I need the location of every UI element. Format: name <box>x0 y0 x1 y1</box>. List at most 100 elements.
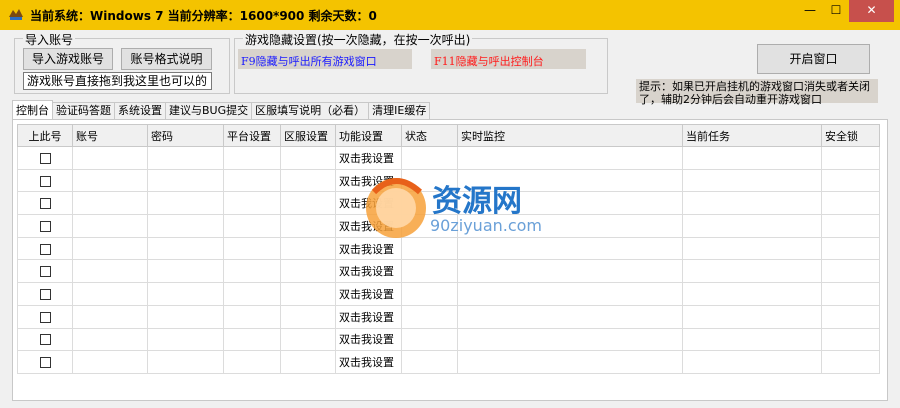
table-row[interactable]: 双击我设置 <box>17 259 880 284</box>
account-cell[interactable] <box>72 236 148 261</box>
monitor-cell[interactable] <box>457 327 683 352</box>
select-cell[interactable] <box>17 350 73 374</box>
password-cell[interactable] <box>147 168 224 193</box>
select-cell[interactable] <box>17 259 73 284</box>
monitor-cell[interactable] <box>457 191 683 216</box>
account-cell[interactable] <box>72 168 148 193</box>
table-row[interactable]: 双击我设置 <box>17 191 880 216</box>
function-cell[interactable]: 双击我设置 <box>335 350 402 374</box>
select-cell[interactable] <box>17 304 73 329</box>
monitor-cell[interactable] <box>457 146 683 170</box>
platform-cell[interactable] <box>223 168 281 193</box>
lock-cell[interactable] <box>821 191 880 216</box>
row-checkbox[interactable] <box>39 243 51 255</box>
col-header-lock[interactable]: 安全锁 <box>821 124 880 147</box>
function-cell[interactable]: 双击我设置 <box>335 304 402 329</box>
select-cell[interactable] <box>17 214 73 238</box>
table-row[interactable]: 双击我设置 <box>17 327 880 352</box>
status-cell[interactable] <box>401 168 458 193</box>
select-cell[interactable] <box>17 191 73 216</box>
monitor-cell[interactable] <box>457 350 683 374</box>
status-cell[interactable] <box>401 282 458 306</box>
row-checkbox[interactable] <box>39 266 51 278</box>
col-header-password[interactable]: 密码 <box>147 124 224 147</box>
function-cell[interactable]: 双击我设置 <box>335 327 402 352</box>
row-checkbox[interactable] <box>39 357 51 369</box>
server-cell[interactable] <box>280 282 336 306</box>
minimize-button[interactable]: — <box>797 0 823 22</box>
table-row[interactable]: 双击我设置 <box>17 236 880 261</box>
password-cell[interactable] <box>147 327 224 352</box>
tab-clear-ie-cache[interactable]: 清理IE缓存 <box>368 102 431 120</box>
select-cell[interactable] <box>17 146 73 170</box>
account-cell[interactable] <box>72 282 148 306</box>
function-cell[interactable]: 双击我设置 <box>335 146 402 170</box>
lock-cell[interactable] <box>821 236 880 261</box>
server-cell[interactable] <box>280 168 336 193</box>
platform-cell[interactable] <box>223 304 281 329</box>
status-cell[interactable] <box>401 259 458 284</box>
col-header-account[interactable]: 账号 <box>72 124 148 147</box>
platform-cell[interactable] <box>223 350 281 374</box>
platform-cell[interactable] <box>223 327 281 352</box>
row-checkbox[interactable] <box>39 288 51 300</box>
select-cell[interactable] <box>17 236 73 261</box>
row-checkbox[interactable] <box>39 198 51 210</box>
task-cell[interactable] <box>682 168 822 193</box>
password-cell[interactable] <box>147 304 224 329</box>
platform-cell[interactable] <box>223 191 281 216</box>
col-header-select[interactable]: 上此号 <box>17 124 73 147</box>
table-row[interactable]: 双击我设置 <box>17 350 880 374</box>
row-checkbox[interactable] <box>39 152 51 164</box>
lock-cell[interactable] <box>821 259 880 284</box>
tab-server-guide[interactable]: 区服填写说明（必看） <box>251 102 370 120</box>
maximize-button[interactable]: ☐ <box>823 0 849 22</box>
task-cell[interactable] <box>682 350 822 374</box>
table-row[interactable]: 双击我设置 <box>17 304 880 329</box>
status-cell[interactable] <box>401 350 458 374</box>
password-cell[interactable] <box>147 350 224 374</box>
col-header-status[interactable]: 状态 <box>401 124 458 147</box>
col-header-monitor[interactable]: 实时监控 <box>457 124 683 147</box>
server-cell[interactable] <box>280 259 336 284</box>
row-checkbox[interactable] <box>39 175 51 187</box>
row-checkbox[interactable] <box>39 311 51 323</box>
platform-cell[interactable] <box>223 259 281 284</box>
task-cell[interactable] <box>682 327 822 352</box>
status-cell[interactable] <box>401 327 458 352</box>
function-cell[interactable]: 双击我设置 <box>335 259 402 284</box>
lock-cell[interactable] <box>821 304 880 329</box>
task-cell[interactable] <box>682 146 822 170</box>
row-checkbox[interactable] <box>39 220 51 232</box>
server-cell[interactable] <box>280 214 336 238</box>
task-cell[interactable] <box>682 236 822 261</box>
table-row[interactable]: 双击我设置 <box>17 214 880 238</box>
platform-cell[interactable] <box>223 282 281 306</box>
status-cell[interactable] <box>401 191 458 216</box>
server-cell[interactable] <box>280 304 336 329</box>
status-cell[interactable] <box>401 236 458 261</box>
account-format-button[interactable]: 账号格式说明 <box>121 48 212 70</box>
tab-console[interactable]: 控制台 <box>12 100 53 120</box>
select-cell[interactable] <box>17 327 73 352</box>
password-cell[interactable] <box>147 282 224 306</box>
import-accounts-button[interactable]: 导入游戏账号 <box>23 48 113 70</box>
col-header-server[interactable]: 区服设置 <box>280 124 336 147</box>
monitor-cell[interactable] <box>457 236 683 261</box>
password-cell[interactable] <box>147 259 224 284</box>
monitor-cell[interactable] <box>457 304 683 329</box>
password-cell[interactable] <box>147 236 224 261</box>
function-cell[interactable]: 双击我设置 <box>335 282 402 306</box>
account-cell[interactable] <box>72 327 148 352</box>
lock-cell[interactable] <box>821 168 880 193</box>
password-cell[interactable] <box>147 214 224 238</box>
monitor-cell[interactable] <box>457 282 683 306</box>
function-cell[interactable]: 双击我设置 <box>335 168 402 193</box>
monitor-cell[interactable] <box>457 259 683 284</box>
function-cell[interactable]: 双击我设置 <box>335 191 402 216</box>
lock-cell[interactable] <box>821 146 880 170</box>
lock-cell[interactable] <box>821 350 880 374</box>
lock-cell[interactable] <box>821 282 880 306</box>
col-header-platform[interactable]: 平台设置 <box>223 124 281 147</box>
account-cell[interactable] <box>72 191 148 216</box>
